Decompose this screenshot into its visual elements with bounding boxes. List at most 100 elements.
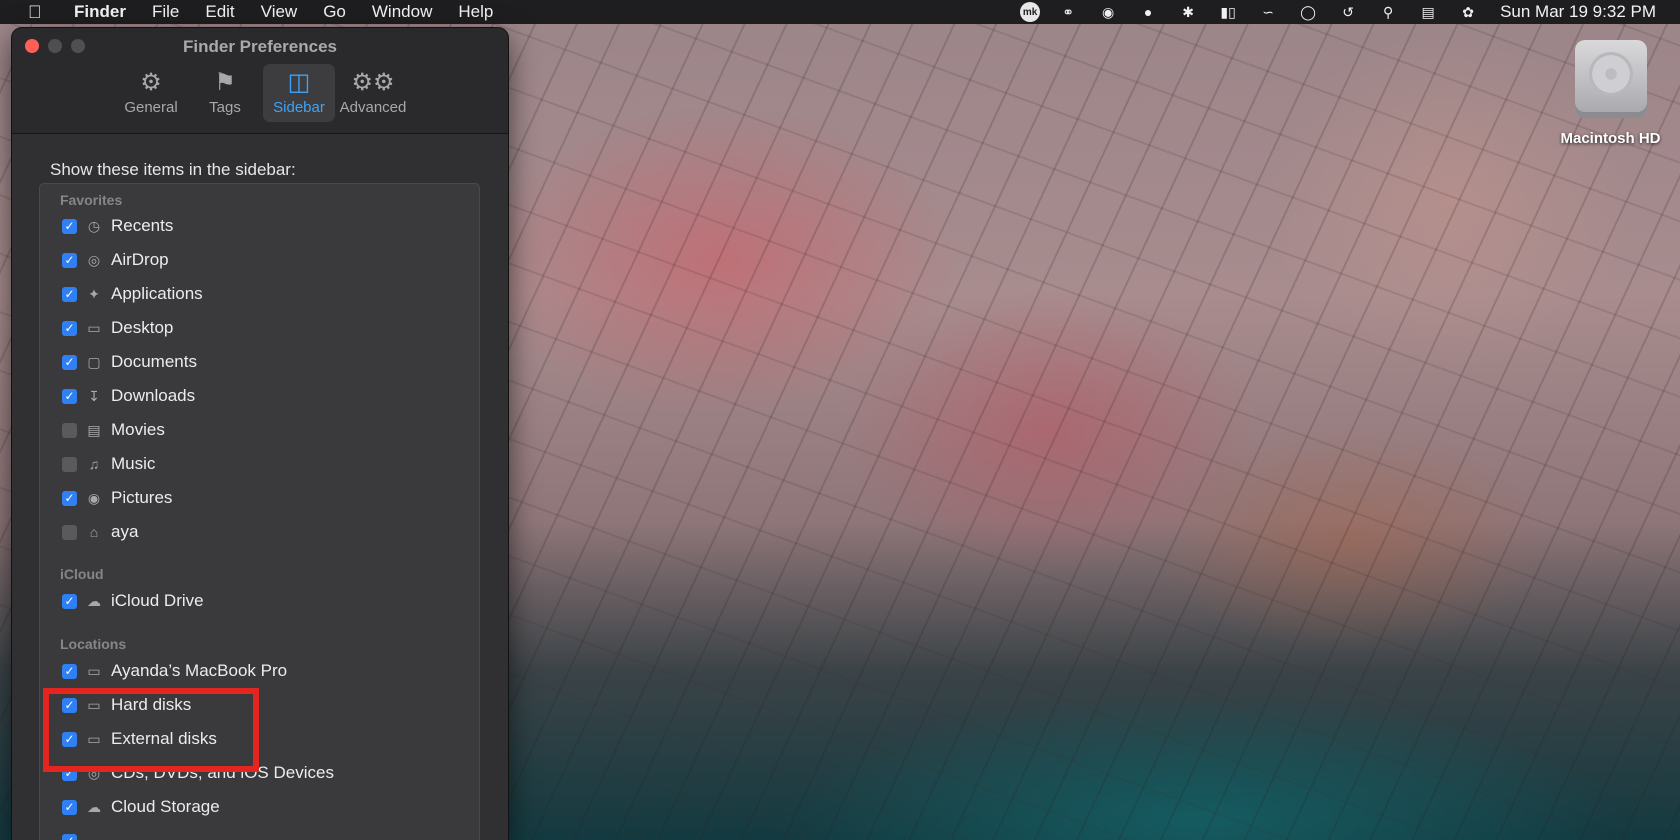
list-item-cds-dvds: ✓ ◎ CDs, DVDs, and iOS Devices: [62, 760, 334, 786]
tab-advanced-label: Advanced: [339, 99, 407, 116]
preferences-toolbar: ⚙ General ⚑ Tags ◫ Sidebar ⚙⚙ Advanced: [115, 64, 411, 122]
spotlight-icon[interactable]: ⚲: [1376, 3, 1400, 21]
tab-general[interactable]: ⚙ General: [115, 64, 187, 122]
hard-disk-icon: ▭: [87, 696, 101, 713]
menu-file[interactable]: File: [152, 2, 179, 22]
window-titlebar: Finder Preferences ⚙ General ⚑ Tags ◫ Si…: [12, 28, 508, 134]
disc-icon: ◎: [87, 764, 101, 781]
camera-icon: ◉: [87, 489, 101, 506]
menu-finder[interactable]: Finder: [74, 2, 126, 22]
list-item-downloads: ✓ ↧ Downloads: [62, 383, 195, 409]
tab-advanced[interactable]: ⚙⚙ Advanced: [337, 64, 409, 122]
window-title: Finder Preferences: [182, 37, 337, 56]
grammarly-icon[interactable]: ◉: [1096, 3, 1120, 21]
tab-tags[interactable]: ⚑ Tags: [189, 64, 261, 122]
hard-disk-icon: [1574, 40, 1647, 118]
menu-bar:  Finder File Edit View Go Window Help m…: [0, 0, 1680, 24]
list-item-macbook: ✓ ▭ Ayanda’s MacBook Pro: [62, 658, 287, 684]
item-label: Applications: [111, 284, 203, 303]
checkbox-macbook[interactable]: ✓: [62, 663, 77, 679]
menu-view[interactable]: View: [261, 2, 298, 22]
time-machine-icon[interactable]: ↺: [1336, 3, 1360, 21]
sidebar-icon: ◫: [287, 69, 311, 96]
control-center-icon[interactable]: ▤: [1416, 3, 1440, 21]
checkbox-cds-dvds[interactable]: ✓: [62, 765, 77, 781]
finder-preferences-window: Finder Preferences ⚙ General ⚑ Tags ◫ Si…: [12, 28, 508, 840]
menu-clock[interactable]: Sun Mar 19 9:32 PM: [1500, 2, 1656, 22]
sidebar-items-list: Favorites ✓ ◷ Recents ✓ ◎ AirDrop ✓ ✦ Ap…: [39, 183, 480, 840]
item-label: Desktop: [111, 318, 174, 337]
apple-logo-icon[interactable]: : [28, 2, 50, 23]
checkbox-music[interactable]: [62, 456, 77, 472]
item-label: Ayanda’s MacBook Pro: [111, 661, 288, 680]
list-item-icloud-drive: ✓ ☁ iCloud Drive: [62, 588, 204, 614]
gear-icon: ⚙: [140, 69, 162, 96]
checkbox-pictures[interactable]: ✓: [62, 490, 77, 506]
checkbox-desktop[interactable]: ✓: [62, 320, 77, 336]
item-label: iCloud Drive: [111, 591, 204, 610]
item-label: CDs, DVDs, and iOS Devices: [111, 763, 334, 782]
bluetooth-icon[interactable]: ✱: [1176, 3, 1200, 21]
item-label: Pictures: [111, 488, 173, 507]
desktop-icon: ▭: [87, 319, 101, 336]
laptop-icon: ▭: [87, 662, 101, 679]
checkbox-partial[interactable]: ✓: [62, 833, 77, 840]
list-item-external-disks: ✓ ▭ External disks: [62, 726, 217, 752]
checkbox-cloud-storage[interactable]: ✓: [62, 799, 77, 815]
checkbox-airdrop[interactable]: ✓: [62, 252, 77, 268]
section-favorites: Favorites: [60, 192, 123, 208]
item-label: Documents: [111, 352, 197, 371]
checkbox-external-disks[interactable]: ✓: [62, 731, 77, 747]
list-item-airdrop: ✓ ◎ AirDrop: [62, 247, 169, 273]
cloud-icon: ☁: [87, 798, 101, 815]
checkbox-downloads[interactable]: ✓: [62, 388, 77, 404]
list-item-applications: ✓ ✦ Applications: [62, 281, 203, 307]
section-locations: Locations: [60, 636, 127, 652]
list-item-recents: ✓ ◷ Recents: [62, 213, 173, 239]
tab-sidebar[interactable]: ◫ Sidebar: [263, 64, 335, 122]
applications-icon: ✦: [88, 285, 100, 302]
user-icon[interactable]: ◯: [1296, 3, 1320, 21]
wifi-icon[interactable]: ∽: [1256, 3, 1280, 21]
creative-cloud-icon[interactable]: ⚭: [1056, 3, 1080, 21]
tab-general-label: General: [124, 99, 178, 116]
checkbox-movies[interactable]: [62, 422, 77, 438]
menu-help[interactable]: Help: [458, 2, 493, 22]
macintosh-hd-desktop-icon[interactable]: Macintosh HD: [1548, 40, 1673, 147]
item-label: Hard disks: [111, 695, 192, 714]
checkbox-documents[interactable]: ✓: [62, 354, 77, 370]
item-label: Recents: [111, 216, 174, 235]
checkbox-icloud-drive[interactable]: ✓: [62, 593, 77, 609]
status-area: mk ⚭ ◉ ● ✱ ▮▯ ∽ ◯ ↺ ⚲ ▤ ✿ Sun Mar 19 9:3…: [1004, 0, 1656, 24]
home-icon: ⌂: [89, 524, 99, 540]
list-item-partial: ✓: [62, 828, 85, 840]
list-item-cloud-storage: ✓ ☁ Cloud Storage: [62, 794, 220, 820]
list-item-home: ⌂ aya: [62, 519, 138, 545]
cloud-icon: ☁: [87, 592, 101, 609]
list-item-desktop: ✓ ▭ Desktop: [62, 315, 173, 341]
mk-badge-icon[interactable]: mk: [1020, 2, 1041, 22]
checkbox-applications[interactable]: ✓: [62, 286, 77, 302]
checkbox-recents[interactable]: ✓: [62, 218, 77, 234]
tab-tags-label: Tags: [209, 99, 241, 116]
list-item-pictures: ✓ ◉ Pictures: [62, 485, 172, 511]
item-label: External disks: [111, 729, 217, 748]
item-label: aya: [111, 522, 139, 541]
grammarly-g-icon[interactable]: ●: [1136, 3, 1160, 21]
menu-go[interactable]: Go: [323, 2, 346, 22]
music-note-icon: ♫: [88, 456, 100, 472]
tab-sidebar-label: Sidebar: [273, 99, 325, 116]
film-icon: ▤: [87, 421, 101, 438]
checkbox-home[interactable]: [62, 524, 77, 540]
item-label: Music: [111, 454, 156, 473]
section-icloud: iCloud: [60, 566, 104, 582]
checkbox-hard-disks[interactable]: ✓: [62, 697, 77, 713]
gears-icon: ⚙⚙: [351, 69, 395, 96]
external-disk-icon: ▭: [87, 730, 101, 747]
menu-window[interactable]: Window: [372, 2, 432, 22]
siri-icon[interactable]: ✿: [1456, 3, 1480, 21]
sidebar-heading: Show these items in the sidebar:: [50, 160, 296, 179]
document-icon: ▢: [87, 353, 101, 370]
menu-edit[interactable]: Edit: [205, 2, 234, 22]
battery-icon[interactable]: ▮▯: [1216, 3, 1240, 21]
